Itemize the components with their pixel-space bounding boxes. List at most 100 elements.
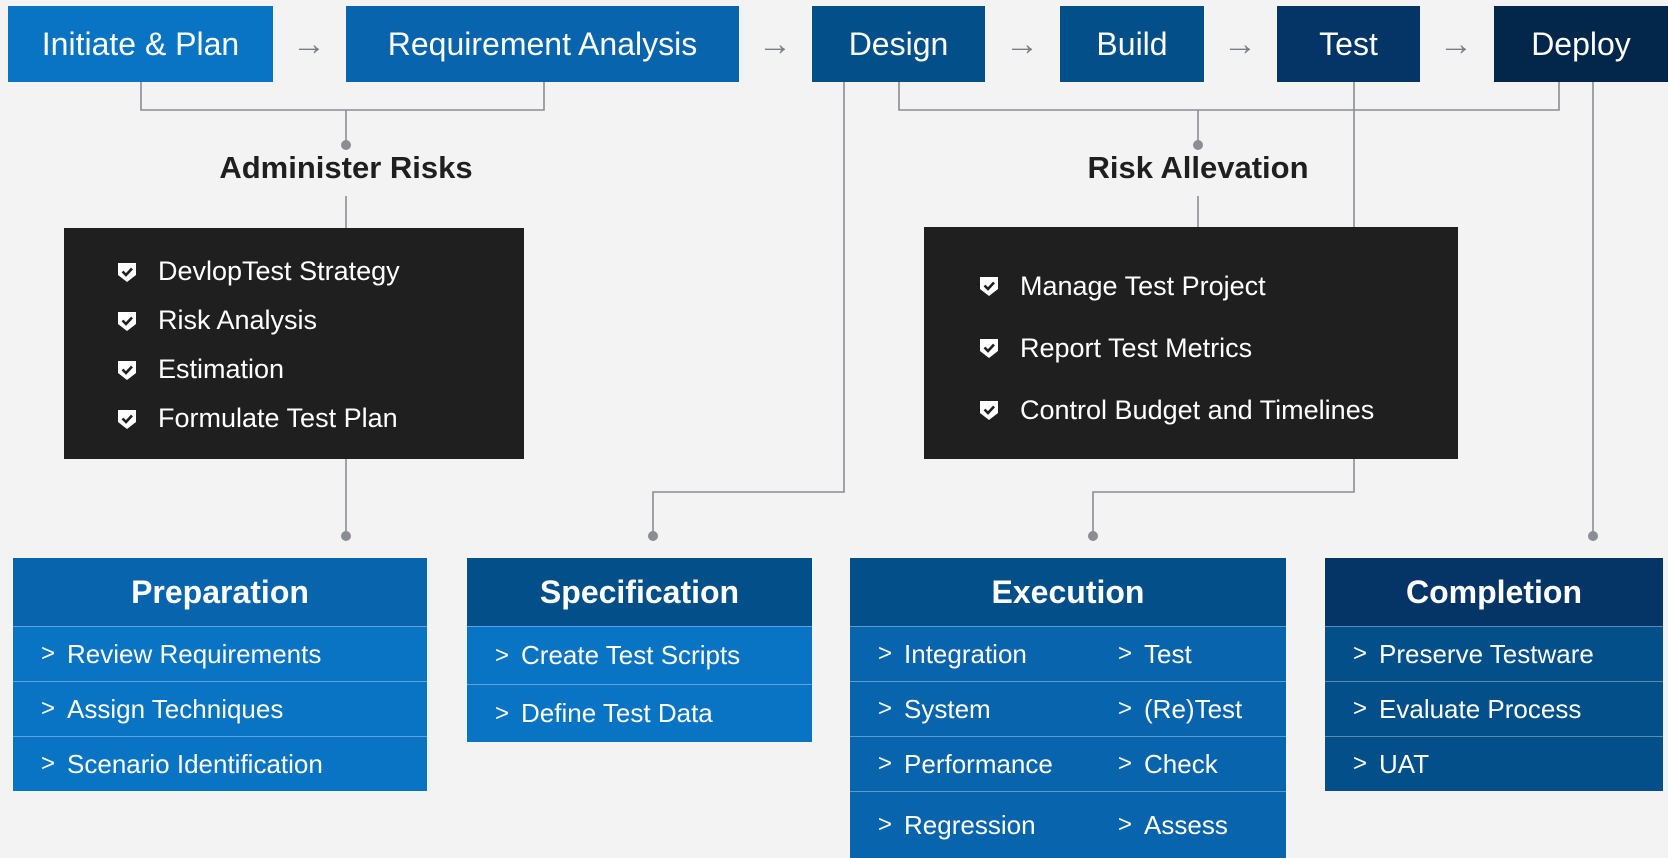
- execution-cell-label: Regression: [904, 809, 1036, 840]
- completion-item: > UAT: [1325, 736, 1663, 791]
- chevron-right-icon: >: [1118, 640, 1133, 667]
- connector-design-to-specification: [652, 82, 845, 536]
- chevron-right-icon: >: [878, 695, 893, 722]
- completion-item-label: Preserve Testware: [1379, 638, 1594, 669]
- chevron-right-icon: >: [878, 750, 893, 777]
- execution-row: > System > (Re)Test: [850, 681, 1286, 736]
- preparation-item-label: Assign Techniques: [67, 693, 284, 724]
- execution-card: Execution > Integration > Test > System …: [850, 558, 1286, 858]
- administer-risks-item: DevlopTest Strategy: [116, 247, 524, 296]
- administer-risks-item-label: Estimation: [158, 354, 285, 384]
- completion-item-label: Evaluate Process: [1379, 693, 1582, 724]
- chevron-right-icon: >: [41, 750, 56, 777]
- administer-risks-box: DevlopTest Strategy Risk Analysis Estima…: [64, 228, 524, 459]
- preparation-item: > Assign Techniques: [13, 681, 427, 736]
- shield-check-icon: [118, 409, 136, 429]
- execution-cell-label: Performance: [904, 748, 1053, 779]
- completion-card-title: Completion: [1325, 558, 1663, 626]
- execution-cell: > (Re)Test: [1118, 694, 1242, 725]
- arrow-right-icon: →: [1223, 24, 1257, 63]
- risk-allevation-item: Manage Test Project: [978, 255, 1458, 317]
- preparation-item: > Scenario Identification: [13, 736, 427, 791]
- risk-allevation-item: Control Budget and Timelines: [978, 379, 1458, 441]
- specification-item: > Create Test Scripts: [467, 626, 812, 684]
- arrow-right-icon: →: [1439, 24, 1473, 63]
- risk-allevation-item-label: Report Test Metrics: [1020, 332, 1253, 363]
- completion-item-label: UAT: [1379, 748, 1430, 779]
- connector-dot: [1588, 531, 1598, 541]
- stage-build: Build: [1060, 6, 1204, 82]
- connector-dot: [341, 531, 351, 541]
- administer-risks-item: Formulate Test Plan: [116, 394, 524, 443]
- stage-deploy: Deploy: [1494, 6, 1668, 82]
- shield-check-icon: [118, 311, 136, 331]
- specification-item: > Define Test Data: [467, 684, 812, 742]
- specification-item-label: Define Test Data: [521, 698, 713, 728]
- shield-check-icon: [118, 360, 136, 380]
- execution-card-title: Execution: [850, 558, 1286, 626]
- shield-check-icon: [980, 277, 998, 296]
- chevron-right-icon: >: [1353, 750, 1368, 777]
- stage-requirement-analysis: Requirement Analysis: [346, 6, 739, 82]
- preparation-item-label: Review Requirements: [67, 638, 322, 669]
- arrow-right-icon: →: [1005, 24, 1039, 63]
- administer-risks-item: Estimation: [116, 345, 524, 394]
- test-process-diagram: Initiate & Plan → Requirement Analysis →…: [0, 0, 1668, 858]
- execution-cell-label: (Re)Test: [1144, 693, 1243, 724]
- chevron-right-icon: >: [495, 699, 510, 727]
- execution-cell: > Assess: [1118, 810, 1228, 841]
- execution-cell: > Integration: [878, 639, 1118, 670]
- stage-initiate-plan: Initiate & Plan: [8, 6, 273, 82]
- connector-plan-bracket: [140, 82, 545, 111]
- risk-allevation-item-label: Control Budget and Timelines: [1020, 394, 1375, 425]
- chevron-right-icon: >: [41, 640, 56, 667]
- execution-cell-label: Test: [1144, 638, 1192, 669]
- execution-row: > Regression > Assess: [850, 791, 1286, 858]
- chevron-right-icon: >: [41, 695, 56, 722]
- preparation-item-label: Scenario Identification: [67, 748, 323, 779]
- execution-cell-label: Assess: [1144, 809, 1228, 840]
- administer-risks-item-label: Formulate Test Plan: [158, 403, 398, 433]
- risk-allevation-box: Manage Test Project Report Test Metrics …: [924, 227, 1458, 459]
- preparation-item: > Review Requirements: [13, 626, 427, 681]
- execution-cell: > Check: [1118, 749, 1218, 780]
- specification-card-title: Specification: [467, 558, 812, 626]
- preparation-card-title: Preparation: [13, 558, 427, 626]
- administer-risks-heading: Administer Risks: [219, 150, 473, 185]
- chevron-right-icon: >: [878, 640, 893, 667]
- shield-check-icon: [118, 262, 136, 282]
- administer-risks-item: Risk Analysis: [116, 296, 524, 345]
- completion-card: Completion > Preserve Testware > Evaluat…: [1325, 558, 1663, 791]
- connector-dot: [1088, 531, 1098, 541]
- execution-cell: > Performance: [878, 749, 1118, 780]
- connector-dot: [648, 531, 658, 541]
- execution-cell: > Regression: [878, 810, 1118, 841]
- completion-item: > Preserve Testware: [1325, 626, 1663, 681]
- chevron-right-icon: >: [1118, 750, 1133, 777]
- execution-cell-label: System: [904, 693, 991, 724]
- chevron-right-icon: >: [495, 641, 510, 669]
- risk-allevation-item-label: Manage Test Project: [1020, 270, 1266, 301]
- administer-risks-item-label: Risk Analysis: [158, 305, 318, 335]
- chevron-right-icon: >: [878, 811, 893, 838]
- execution-cell: > System: [878, 694, 1118, 725]
- execution-row: > Integration > Test: [850, 626, 1286, 681]
- risk-allevation-item: Report Test Metrics: [978, 317, 1458, 379]
- stage-test: Test: [1277, 6, 1420, 82]
- risk-allevation-heading: Risk Allevation: [1087, 150, 1309, 185]
- completion-item: > Evaluate Process: [1325, 681, 1663, 736]
- chevron-right-icon: >: [1353, 640, 1368, 667]
- execution-cell-label: Check: [1144, 748, 1218, 779]
- specification-item-label: Create Test Scripts: [521, 640, 741, 670]
- shield-check-icon: [980, 339, 998, 358]
- connector-build-bracket: [898, 82, 1560, 111]
- shield-check-icon: [980, 401, 998, 420]
- chevron-right-icon: >: [1118, 811, 1133, 838]
- chevron-right-icon: >: [1118, 695, 1133, 722]
- connector-dot: [341, 140, 351, 150]
- stage-design: Design: [812, 6, 985, 82]
- arrow-right-icon: →: [758, 24, 792, 63]
- execution-cell-label: Integration: [904, 638, 1027, 669]
- arrow-right-icon: →: [292, 24, 326, 63]
- administer-risks-item-label: DevlopTest Strategy: [158, 256, 400, 286]
